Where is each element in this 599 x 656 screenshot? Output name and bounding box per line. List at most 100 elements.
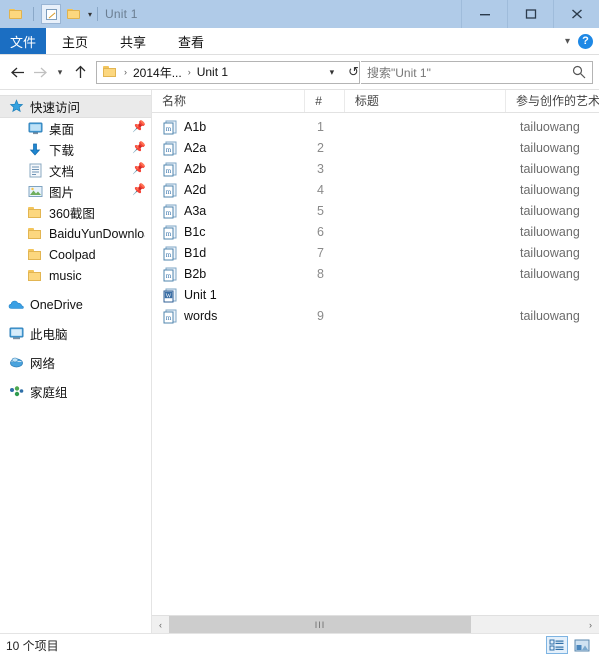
maximize-button[interactable] [507,0,553,28]
table-row[interactable]: m A2b 3 tailuowang [152,159,599,180]
folder-icon[interactable] [6,4,26,24]
file-name-cell[interactable]: m A2d [152,180,307,201]
file-name-cell[interactable]: m B1c [152,222,307,243]
artist-cell [510,285,599,306]
pin-icon[interactable]: 📌 [132,122,146,134]
tab-share[interactable]: 共享 [104,28,162,54]
tab-view[interactable]: 查看 [162,28,220,54]
track-number-cell: 2 [317,141,324,155]
folder-icon [27,268,43,284]
file-name-cell[interactable]: m B2b [152,264,307,285]
media-file-icon: m [162,309,178,325]
sidebar-item-label: 图片 [49,186,75,200]
new-folder-icon[interactable] [64,4,84,24]
sidebar-item-documents[interactable]: 文档 📌 [0,160,151,181]
file-name-cell[interactable]: m A2b [152,159,307,180]
sidebar-item-coolpad[interactable]: Coolpad [0,244,151,265]
help-icon[interactable]: ? [578,33,593,49]
tab-file[interactable]: 文件 [0,28,46,54]
file-name-cell[interactable]: m A2a [152,138,307,159]
sidebar-item-network[interactable]: 网络 [0,352,151,373]
file-name-cell[interactable]: m A3a [152,201,307,222]
column-header-name[interactable]: 名称 [152,90,306,112]
table-row[interactable]: m A1b 1 tailuowang [152,117,599,138]
table-row[interactable]: W Unit 1 [152,285,599,306]
scrollbar-thumb[interactable]: III [169,616,471,633]
sidebar-item-baiduyundownload[interactable]: BaiduYunDownloa [0,223,151,244]
column-header-title[interactable]: 标题 [345,90,507,112]
minimize-button[interactable] [461,0,507,28]
sidebar-item-desktop[interactable]: 桌面 📌 [0,118,151,139]
sidebar-item-this-pc[interactable]: 此电脑 [0,323,151,344]
sidebar-item-music[interactable]: music [0,265,151,286]
quick-access-toolbar: ▾ [0,4,92,24]
title-cell [347,201,510,222]
pictures-icon [27,184,43,200]
file-name-cell[interactable]: m B1d [152,243,307,264]
media-file-icon: m [162,141,178,157]
navigation-pane: 快速访问 桌面 📌 下载 📌 文档 📌 图片 📌 360截图 BaiduYunD… [0,90,152,633]
sidebar-item-360screenshot[interactable]: 360截图 [0,202,151,223]
up-button[interactable] [69,60,91,84]
sidebar-item-onedrive[interactable]: OneDrive [0,294,151,315]
pin-icon[interactable]: 📌 [132,164,146,176]
file-name-cell[interactable]: W Unit 1 [152,285,307,306]
scrollbar-track[interactable]: III [169,616,582,633]
recent-locations-icon[interactable]: ▾ [52,60,68,84]
close-button[interactable] [553,0,599,28]
properties-icon[interactable] [41,4,61,24]
table-row[interactable]: m A2d 4 tailuowang [152,180,599,201]
large-icons-view-button[interactable] [571,636,593,654]
scroll-right-icon[interactable]: › [582,616,599,633]
table-row[interactable]: m B1c 6 tailuowang [152,222,599,243]
sidebar-item-pictures[interactable]: 图片 📌 [0,181,151,202]
address-dropdown-icon[interactable]: ▾ [328,67,343,78]
table-row[interactable]: m words 9 tailuowang [152,306,599,327]
star-icon [8,99,24,115]
breadcrumb-separator-icon: › [124,67,127,77]
desktop-icon [27,121,43,137]
file-name-label: words [184,309,218,323]
file-list-pane: 名称 # 标题 参与创作的艺术 m A1b 1 tailuowang m A2a… [152,90,599,633]
breadcrumb-item-current[interactable]: Unit 1 [195,65,230,79]
horizontal-scrollbar[interactable]: ‹ III › [152,615,599,633]
file-name-label: Unit 1 [184,288,217,302]
tab-home[interactable]: 主页 [46,28,104,54]
column-header-track-number[interactable]: # [305,90,345,112]
sidebar-item-downloads[interactable]: 下载 📌 [0,139,151,160]
details-view-button[interactable] [546,636,568,654]
search-icon[interactable] [572,65,586,79]
forward-button[interactable] [29,60,51,84]
sidebar-item-label: Coolpad [49,247,96,262]
scroll-left-icon[interactable]: ‹ [152,616,169,633]
table-row[interactable]: m B1d 7 tailuowang [152,243,599,264]
search-box[interactable]: 搜索"Unit 1" [361,60,593,84]
title-cell [347,264,510,285]
refresh-icon[interactable]: ↻ [342,64,359,80]
table-row[interactable]: m A2a 2 tailuowang [152,138,599,159]
track-number-cell: 8 [317,267,324,281]
title-divider [97,7,99,21]
pin-icon[interactable]: 📌 [132,185,146,197]
sidebar-item-homegroup[interactable]: 家庭组 [0,381,151,402]
status-bar: 10 个项目 [0,633,599,656]
table-row[interactable]: m A3a 5 tailuowang [152,201,599,222]
media-file-icon: m [162,225,178,241]
table-row[interactable]: m B2b 8 tailuowang [152,264,599,285]
file-name-cell[interactable]: m words [152,306,307,327]
pin-icon[interactable]: 📌 [132,143,146,155]
address-bar[interactable]: › 2014年... › Unit 1 ▾ ↻ [96,60,360,84]
item-count-label: 10 个项目 [6,638,59,653]
back-button[interactable] [6,60,28,84]
sidebar-item-quick-access[interactable]: 快速访问 [0,95,151,118]
search-input[interactable]: 搜索"Unit 1" [367,64,572,81]
chevron-down-icon[interactable]: ▾ [565,36,570,47]
ribbon-tab-bar: 文件 主页 共享 查看 ▾ ? [0,28,599,55]
file-name-cell[interactable]: m A1b [152,117,307,138]
breadcrumb-item-parent[interactable]: 2014年... [131,64,184,81]
documents-icon [27,163,43,179]
column-header-artist[interactable]: 参与创作的艺术 [506,90,599,112]
file-rows: m A1b 1 tailuowang m A2a 2 tailuowang m … [152,113,599,615]
customize-caret-icon[interactable]: ▾ [88,11,92,19]
